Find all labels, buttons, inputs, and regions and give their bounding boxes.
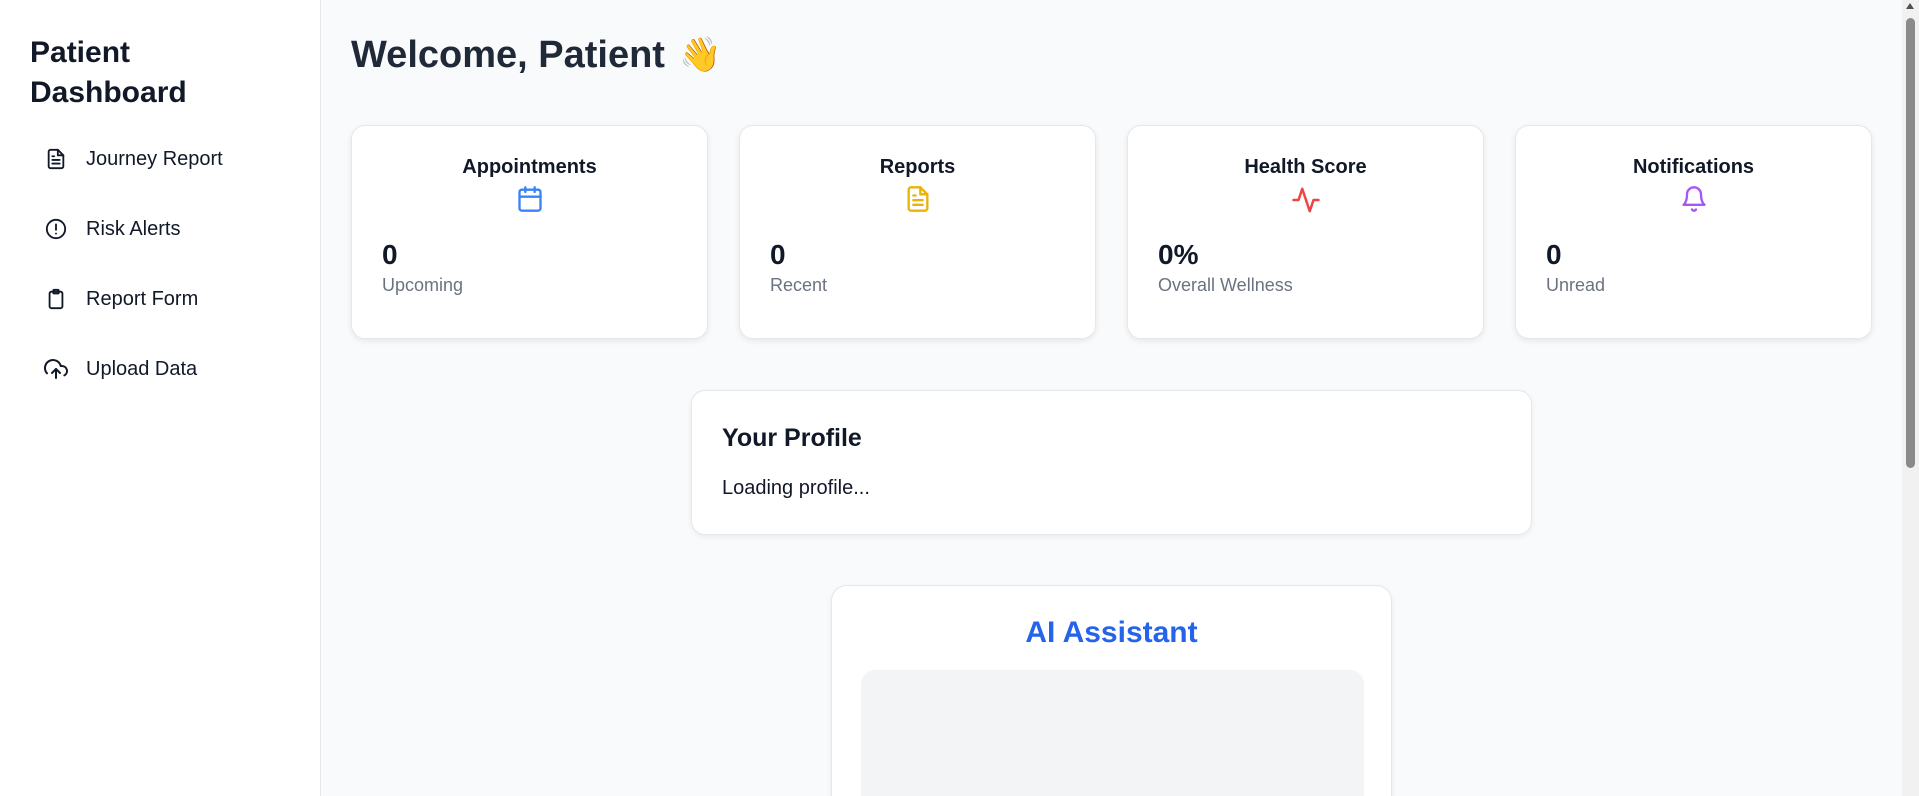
sidebar-item-report-form[interactable]: Report Form [30,279,290,319]
scrollbar-thumb[interactable] [1906,18,1915,468]
stat-value: 0% [1158,239,1199,270]
vertical-scrollbar[interactable] [1902,0,1919,796]
clipboard-icon [44,287,68,311]
stat-card-appointments[interactable]: Appointments 0 Upcoming [351,125,708,339]
alert-circle-icon [44,217,68,241]
stat-title: Health Score [1244,156,1367,178]
file-text-icon [770,185,1065,215]
sidebar-item-upload-data[interactable]: Upload Data [30,349,290,389]
bell-icon [1546,185,1841,215]
stat-subtitle: Recent [770,275,828,295]
welcome-text: Welcome, Patient [351,33,665,76]
stat-card-reports[interactable]: Reports 0 Recent [739,125,1096,339]
sidebar-title: Patient Dashboard [30,36,187,109]
profile-card: Your Profile Loading profile... [691,390,1532,535]
ai-chat-area[interactable] [861,670,1364,796]
stat-title: Reports [879,156,956,178]
sidebar: Patient Dashboard Journey Report Risk Al… [0,0,321,796]
cloud-upload-icon [44,357,68,381]
profile-loading-text: Loading profile... [722,477,870,499]
sidebar-item-label: Upload Data [86,357,198,380]
profile-title: Your Profile [722,424,862,452]
page-title: Welcome, Patient 👋 [351,30,1869,80]
stat-value: 0 [770,239,786,270]
stat-subtitle: Overall Wellness [1158,275,1293,295]
stat-subtitle: Upcoming [382,275,464,295]
stat-card-health-score[interactable]: Health Score 0% Overall Wellness [1127,125,1484,339]
scroll-up-arrow-icon[interactable] [1906,3,1914,9]
stat-value: 0 [382,239,398,270]
sidebar-item-journey-report[interactable]: Journey Report [30,139,290,179]
stat-card-notifications[interactable]: Notifications 0 Unread [1515,125,1872,339]
stat-title: Appointments [462,156,597,178]
document-icon [44,147,68,171]
stat-value: 0 [1546,239,1562,270]
sidebar-item-label: Report Form [86,287,199,310]
activity-icon [1158,185,1453,215]
stat-subtitle: Unread [1546,275,1606,295]
ai-assistant-title: AI Assistant [1025,616,1198,649]
stats-row: Appointments 0 Upcoming Reports 0 Recent… [351,125,1872,339]
waving-hand-icon: 👋 [678,36,722,74]
calendar-icon [382,185,677,215]
sidebar-item-label: Risk Alerts [86,217,181,240]
app-root: Patient Dashboard Journey Report Risk Al… [0,0,1919,796]
sidebar-item-label: Journey Report [86,147,223,170]
main-content: Welcome, Patient 👋 Appointments 0 Upcomi… [321,0,1919,796]
stat-title: Notifications [1632,156,1755,178]
sidebar-item-risk-alerts[interactable]: Risk Alerts [30,209,290,249]
ai-assistant-card: AI Assistant [831,585,1392,796]
